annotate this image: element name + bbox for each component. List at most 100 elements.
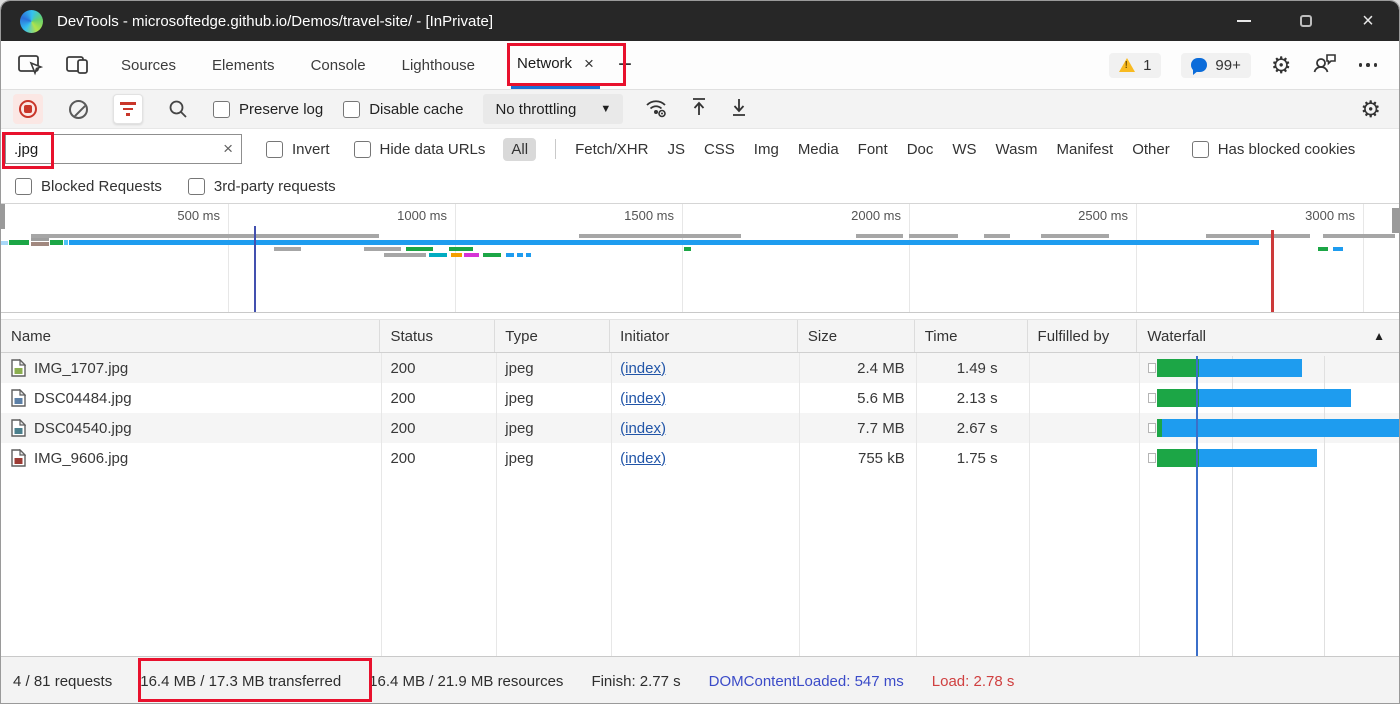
close-tab-icon[interactable]: × [584,54,594,74]
network-settings-gear-icon[interactable]: ⚙ [1360,98,1399,121]
type-cell: jpeg [495,353,610,383]
load-marker-line [1271,230,1274,313]
tab-console[interactable]: Console [311,41,366,89]
waterfall-waiting-bar[interactable] [1157,359,1199,377]
waterfall-cell [1137,443,1399,473]
search-button[interactable] [163,94,193,124]
more-options-icon[interactable] [1359,63,1378,67]
devtools-tab-bar: Sources Elements Console Lighthouse Network×… [1,41,1399,89]
blocked-requests-checkbox[interactable]: Blocked Requests [15,178,162,195]
network-conditions-icon[interactable] [643,95,669,123]
tab-sources[interactable]: Sources [121,41,176,89]
more-tabs-button[interactable]: + [618,53,632,77]
overview-scroll-thumb[interactable] [1392,208,1399,233]
status-bar: 4 / 81 requests 16.4 MB / 17.3 MB transf… [1,656,1399,704]
status-cell: 200 [380,353,495,383]
filter-toggle-button[interactable] [113,94,143,124]
close-button[interactable]: × [1337,1,1399,41]
waterfall-download-bar[interactable] [1199,449,1317,467]
overview-scroll-thumb[interactable] [1,204,5,229]
table-row[interactable]: DSC04540.jpg200jpeg(index)7.7 MB2.67 s [1,413,1399,443]
filter-input[interactable]: .jpg × [5,134,242,164]
window-title: DevTools - microsoftedge.github.io/Demos… [57,13,493,30]
clear-network-log-button[interactable] [63,94,93,124]
minimize-button[interactable] [1213,1,1275,41]
feedback-count-badge[interactable]: 99+ [1181,53,1250,78]
device-emulation-icon[interactable] [65,53,91,77]
type-filter-js[interactable]: JS [667,141,685,158]
type-filter-fetch-xhr[interactable]: Fetch/XHR [575,141,648,158]
column-header-time[interactable]: Time [915,320,1028,352]
type-filter-css[interactable]: CSS [704,141,735,158]
column-header-type[interactable]: Type [495,320,610,352]
import-har-icon[interactable] [689,96,709,122]
request-name: DSC04540.jpg [34,420,132,437]
column-header-waterfall[interactable]: Waterfall▲ [1137,320,1399,352]
table-row[interactable]: IMG_9606.jpg200jpeg(index)755 kB1.75 s [1,443,1399,473]
column-header-size[interactable]: Size [798,320,915,352]
type-filter-other[interactable]: Other [1132,141,1170,158]
record-network-log-button[interactable] [13,94,43,124]
issues-badge[interactable]: 1 [1109,53,1161,78]
preserve-log-label: Preserve log [239,101,323,118]
column-header-label: Type [505,328,538,345]
column-header-fulfilled-by[interactable]: Fulfilled by [1028,320,1138,352]
initiator-link[interactable]: (index) [620,390,666,407]
maximize-button[interactable] [1275,1,1337,41]
waterfall-cell [1137,383,1399,413]
hide-data-urls-checkbox[interactable]: Hide data URLs [354,141,486,158]
tab-lighthouse[interactable]: Lighthouse [402,41,475,89]
third-party-requests-checkbox[interactable]: 3rd-party requests [188,178,336,195]
network-overview-timeline[interactable]: 500 ms1000 ms1500 ms2000 ms2500 ms3000 m… [1,203,1399,313]
checkbox-icon [354,141,371,158]
transferred-size: 16.4 MB / 17.3 MB transferred [140,673,341,690]
has-blocked-cookies-checkbox[interactable]: Has blocked cookies [1192,141,1356,158]
waterfall-waiting-bar[interactable] [1157,449,1199,467]
type-filter-doc[interactable]: Doc [907,141,934,158]
close-icon: × [1362,11,1374,31]
type-filter-wasm[interactable]: Wasm [996,141,1038,158]
dcl-marker-line [254,226,256,313]
requests-count: 4 / 81 requests [13,673,112,690]
initiator-link[interactable]: (index) [620,420,666,437]
column-header-status[interactable]: Status [380,320,495,352]
type-filter-ws[interactable]: WS [952,141,976,158]
chevron-down-icon: ▼ [600,103,611,115]
overview-request-segment [31,234,379,238]
initiator-link[interactable]: (index) [620,450,666,467]
table-row[interactable]: IMG_1707.jpg200jpeg(index)2.4 MB1.49 s [1,353,1399,383]
timeline-tick-label: 2500 ms [1044,208,1128,223]
initiator-cell: (index) [610,383,798,413]
waterfall-waiting-bar[interactable] [1157,389,1199,407]
type-filter-img[interactable]: Img [754,141,779,158]
type-filter-media[interactable]: Media [798,141,839,158]
initiator-link[interactable]: (index) [620,360,666,377]
throttling-dropdown[interactable]: No throttling ▼ [483,94,623,124]
type-filter-all[interactable]: All [503,138,536,161]
checkbox-icon [343,101,360,118]
preserve-log-checkbox[interactable]: Preserve log [213,101,323,118]
waterfall-download-bar[interactable] [1199,359,1302,377]
disable-cache-checkbox[interactable]: Disable cache [343,101,463,118]
clear-filter-icon[interactable]: × [223,139,233,159]
table-row[interactable]: DSC04484.jpg200jpeg(index)5.6 MB2.13 s [1,383,1399,413]
request-name: IMG_9606.jpg [34,450,128,467]
tab-elements[interactable]: Elements [212,41,275,89]
column-header-initiator[interactable]: Initiator [610,320,798,352]
request-name-cell: IMG_1707.jpg [1,353,380,383]
column-header-name[interactable]: Name [1,320,380,352]
waterfall-download-bar[interactable] [1199,389,1351,407]
tab-network[interactable]: Network× [511,41,600,89]
export-har-icon[interactable] [729,96,749,122]
warning-icon [1119,58,1135,72]
invert-checkbox[interactable]: Invert [266,141,330,158]
filter-funnel-icon [120,102,136,116]
request-name-cell: IMG_9606.jpg [1,443,380,473]
type-filter-manifest[interactable]: Manifest [1057,141,1114,158]
settings-gear-icon[interactable]: ⚙ [1271,54,1292,77]
inspect-element-icon[interactable] [17,53,43,77]
dom-content-loaded-time: DOMContentLoaded: 547 ms [709,673,904,690]
send-feedback-icon[interactable] [1312,51,1339,80]
type-filter-font[interactable]: Font [858,141,888,158]
panel-tabs: Sources Elements Console Lighthouse Network× [121,41,600,89]
